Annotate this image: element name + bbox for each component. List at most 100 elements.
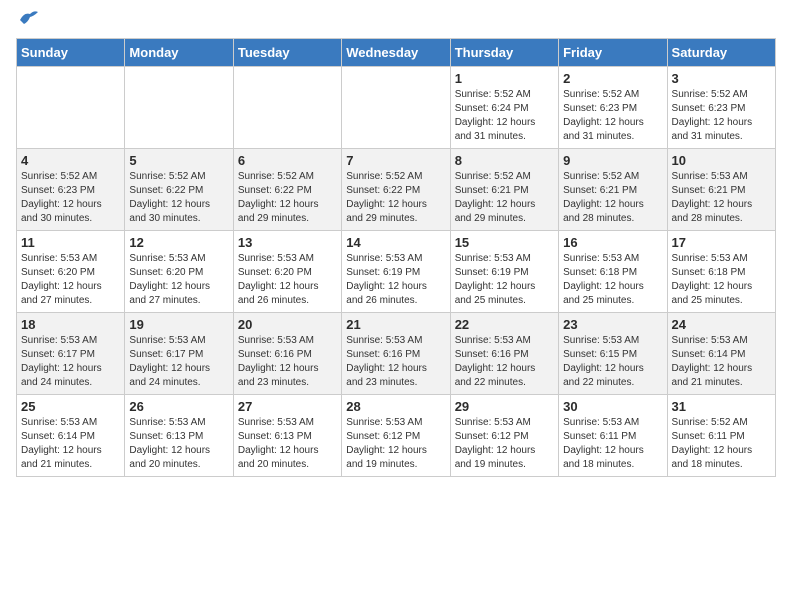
- calendar-cell: 30 Sunrise: 5:53 AM Sunset: 6:11 PM Dayli…: [559, 395, 667, 477]
- calendar-cell: 5 Sunrise: 5:52 AM Sunset: 6:22 PM Daylig…: [125, 149, 233, 231]
- weekday-header-tuesday: Tuesday: [233, 39, 341, 67]
- day-info: Sunrise: 5:52 AM Sunset: 6:21 PM Dayligh…: [563, 170, 662, 226]
- calendar-cell: 1 Sunrise: 5:52 AM Sunset: 6:24 PM Daylig…: [450, 67, 558, 149]
- weekday-header-monday: Monday: [125, 39, 233, 67]
- calendar-cell: 21 Sunrise: 5:53 AM Sunset: 6:16 PM Dayli…: [342, 313, 450, 395]
- calendar-cell: 10 Sunrise: 5:53 AM Sunset: 6:21 PM Dayli…: [667, 149, 775, 231]
- day-number: 18: [21, 317, 120, 332]
- calendar-week-row: 1 Sunrise: 5:52 AM Sunset: 6:24 PM Daylig…: [17, 67, 776, 149]
- day-info: Sunrise: 5:53 AM Sunset: 6:21 PM Dayligh…: [672, 170, 771, 226]
- day-number: 24: [672, 317, 771, 332]
- weekday-header-wednesday: Wednesday: [342, 39, 450, 67]
- day-info: Sunrise: 5:53 AM Sunset: 6:11 PM Dayligh…: [563, 416, 662, 472]
- day-info: Sunrise: 5:53 AM Sunset: 6:19 PM Dayligh…: [346, 252, 445, 308]
- day-number: 10: [672, 153, 771, 168]
- day-number: 5: [129, 153, 228, 168]
- calendar-cell: 11 Sunrise: 5:53 AM Sunset: 6:20 PM Dayli…: [17, 231, 125, 313]
- calendar-cell: [17, 67, 125, 149]
- calendar-week-row: 25Sunrise: 5:53 AM Sunset: 6:14 PM Dayli…: [17, 395, 776, 477]
- day-info: Sunrise: 5:52 AM Sunset: 6:24 PM Dayligh…: [455, 88, 554, 144]
- day-number: 17: [672, 235, 771, 250]
- calendar-cell: 8 Sunrise: 5:52 AM Sunset: 6:21 PM Daylig…: [450, 149, 558, 231]
- logo-bird-icon: [18, 8, 40, 26]
- calendar-header-row: SundayMondayTuesdayWednesdayThursdayFrid…: [17, 39, 776, 67]
- calendar-cell: 17 Sunrise: 5:53 AM Sunset: 6:18 PM Dayli…: [667, 231, 775, 313]
- day-info: Sunrise: 5:53 AM Sunset: 6:16 PM Dayligh…: [346, 334, 445, 390]
- calendar-week-row: 11 Sunrise: 5:53 AM Sunset: 6:20 PM Dayli…: [17, 231, 776, 313]
- weekday-header-sunday: Sunday: [17, 39, 125, 67]
- day-number: 16: [563, 235, 662, 250]
- day-info: Sunrise: 5:53 AM Sunset: 6:13 PM Dayligh…: [238, 416, 337, 472]
- day-number: 8: [455, 153, 554, 168]
- day-number: 13: [238, 235, 337, 250]
- weekday-header-saturday: Saturday: [667, 39, 775, 67]
- calendar-week-row: 18 Sunrise: 5:53 AM Sunset: 6:17 PM Dayli…: [17, 313, 776, 395]
- calendar-cell: 4 Sunrise: 5:52 AM Sunset: 6:23 PM Daylig…: [17, 149, 125, 231]
- day-info: Sunrise: 5:53 AM Sunset: 6:14 PM Dayligh…: [672, 334, 771, 390]
- day-number: 20: [238, 317, 337, 332]
- day-info: Sunrise: 5:52 AM Sunset: 6:22 PM Dayligh…: [346, 170, 445, 226]
- calendar-cell: 23 Sunrise: 5:53 AM Sunset: 6:15 PM Dayli…: [559, 313, 667, 395]
- weekday-header-thursday: Thursday: [450, 39, 558, 67]
- day-number: 27: [238, 399, 337, 414]
- day-info: Sunrise: 5:53 AM Sunset: 6:12 PM Dayligh…: [455, 416, 554, 472]
- day-number: 19: [129, 317, 228, 332]
- day-number: 30: [563, 399, 662, 414]
- calendar-cell: 22Sunrise: 5:53 AM Sunset: 6:16 PM Dayli…: [450, 313, 558, 395]
- day-number: 26: [129, 399, 228, 414]
- day-info: Sunrise: 5:53 AM Sunset: 6:16 PM Dayligh…: [238, 334, 337, 390]
- day-info: Sunrise: 5:53 AM Sunset: 6:15 PM Dayligh…: [563, 334, 662, 390]
- day-number: 23: [563, 317, 662, 332]
- day-info: Sunrise: 5:52 AM Sunset: 6:23 PM Dayligh…: [21, 170, 120, 226]
- calendar-cell: 25Sunrise: 5:53 AM Sunset: 6:14 PM Dayli…: [17, 395, 125, 477]
- calendar-cell: 6Sunrise: 5:52 AM Sunset: 6:22 PM Daylig…: [233, 149, 341, 231]
- calendar-cell: 19 Sunrise: 5:53 AM Sunset: 6:17 PM Dayli…: [125, 313, 233, 395]
- day-number: 25: [21, 399, 120, 414]
- calendar-cell: 18 Sunrise: 5:53 AM Sunset: 6:17 PM Dayli…: [17, 313, 125, 395]
- day-number: 31: [672, 399, 771, 414]
- day-info: Sunrise: 5:53 AM Sunset: 6:18 PM Dayligh…: [672, 252, 771, 308]
- calendar-cell: 2 Sunrise: 5:52 AM Sunset: 6:23 PM Daylig…: [559, 67, 667, 149]
- day-info: Sunrise: 5:52 AM Sunset: 6:22 PM Dayligh…: [129, 170, 228, 226]
- calendar-cell: 20 Sunrise: 5:53 AM Sunset: 6:16 PM Dayli…: [233, 313, 341, 395]
- day-number: 9: [563, 153, 662, 168]
- day-info: Sunrise: 5:52 AM Sunset: 6:23 PM Dayligh…: [563, 88, 662, 144]
- calendar-cell: 29 Sunrise: 5:53 AM Sunset: 6:12 PM Dayli…: [450, 395, 558, 477]
- day-info: Sunrise: 5:53 AM Sunset: 6:12 PM Dayligh…: [346, 416, 445, 472]
- day-info: Sunrise: 5:53 AM Sunset: 6:18 PM Dayligh…: [563, 252, 662, 308]
- day-info: Sunrise: 5:53 AM Sunset: 6:19 PM Dayligh…: [455, 252, 554, 308]
- day-number: 2: [563, 71, 662, 86]
- calendar-cell: 24 Sunrise: 5:53 AM Sunset: 6:14 PM Dayli…: [667, 313, 775, 395]
- day-info: Sunrise: 5:52 AM Sunset: 6:23 PM Dayligh…: [672, 88, 771, 144]
- calendar-cell: 15 Sunrise: 5:53 AM Sunset: 6:19 PM Dayli…: [450, 231, 558, 313]
- weekday-header-friday: Friday: [559, 39, 667, 67]
- calendar-cell: 14 Sunrise: 5:53 AM Sunset: 6:19 PM Dayli…: [342, 231, 450, 313]
- day-info: Sunrise: 5:53 AM Sunset: 6:16 PM Dayligh…: [455, 334, 554, 390]
- day-number: 15: [455, 235, 554, 250]
- day-number: 28: [346, 399, 445, 414]
- day-number: 29: [455, 399, 554, 414]
- calendar-cell: 13Sunrise: 5:53 AM Sunset: 6:20 PM Dayli…: [233, 231, 341, 313]
- day-number: 7: [346, 153, 445, 168]
- calendar-cell: [125, 67, 233, 149]
- calendar-cell: 27 Sunrise: 5:53 AM Sunset: 6:13 PM Dayli…: [233, 395, 341, 477]
- day-info: Sunrise: 5:52 AM Sunset: 6:11 PM Dayligh…: [672, 416, 771, 472]
- day-info: Sunrise: 5:53 AM Sunset: 6:17 PM Dayligh…: [21, 334, 120, 390]
- day-info: Sunrise: 5:52 AM Sunset: 6:21 PM Dayligh…: [455, 170, 554, 226]
- day-number: 11: [21, 235, 120, 250]
- day-number: 14: [346, 235, 445, 250]
- calendar-cell: [342, 67, 450, 149]
- day-info: Sunrise: 5:53 AM Sunset: 6:17 PM Dayligh…: [129, 334, 228, 390]
- calendar-cell: 28 Sunrise: 5:53 AM Sunset: 6:12 PM Dayli…: [342, 395, 450, 477]
- day-number: 3: [672, 71, 771, 86]
- day-info: Sunrise: 5:53 AM Sunset: 6:20 PM Dayligh…: [21, 252, 120, 308]
- day-info: Sunrise: 5:53 AM Sunset: 6:20 PM Dayligh…: [129, 252, 228, 308]
- calendar-cell: 12Sunrise: 5:53 AM Sunset: 6:20 PM Dayli…: [125, 231, 233, 313]
- calendar-cell: 7 Sunrise: 5:52 AM Sunset: 6:22 PM Daylig…: [342, 149, 450, 231]
- day-info: Sunrise: 5:53 AM Sunset: 6:13 PM Dayligh…: [129, 416, 228, 472]
- day-number: 21: [346, 317, 445, 332]
- day-number: 1: [455, 71, 554, 86]
- page-header: [16, 16, 776, 26]
- calendar-cell: 31 Sunrise: 5:52 AM Sunset: 6:11 PM Dayli…: [667, 395, 775, 477]
- day-number: 4: [21, 153, 120, 168]
